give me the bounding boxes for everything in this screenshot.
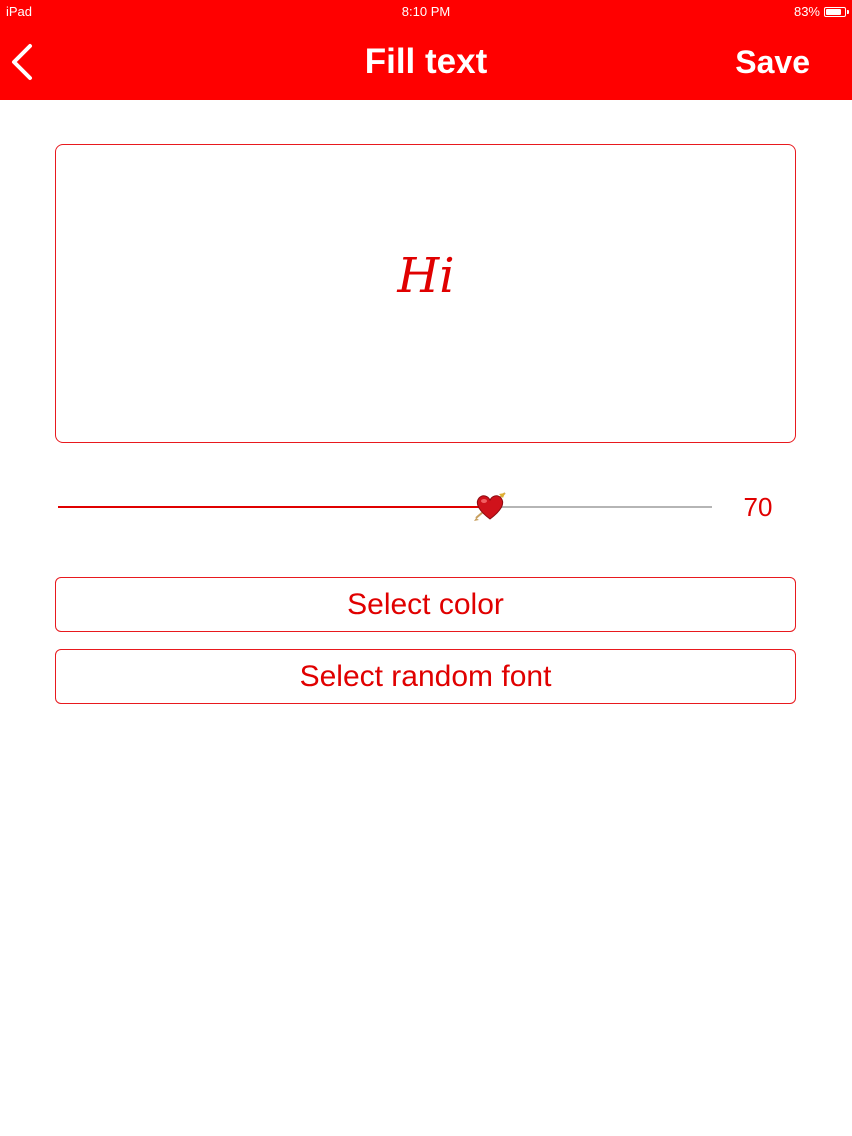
heart-arrow-icon[interactable] xyxy=(472,488,508,524)
battery-fill xyxy=(826,8,841,15)
select-random-font-button[interactable]: Select random font xyxy=(55,649,796,704)
save-button[interactable]: Save xyxy=(735,44,810,81)
page-title: Fill text xyxy=(364,42,488,81)
select-color-button[interactable]: Select color xyxy=(55,577,796,632)
status-time: 8:10 PM xyxy=(401,4,451,19)
slider-track-fill xyxy=(58,506,490,508)
slider-value: 70 xyxy=(743,492,773,522)
battery-percent: 83% xyxy=(793,4,820,19)
battery-nub xyxy=(847,9,849,14)
navigation-bar: iPad 8:10 PM 83% Fill text Save xyxy=(0,0,852,100)
battery-status: 83% xyxy=(793,4,849,19)
battery-icon xyxy=(824,6,849,17)
status-bar: iPad 8:10 PM 83% xyxy=(0,0,852,24)
size-slider[interactable] xyxy=(58,486,712,526)
preview-text: Hi xyxy=(397,248,455,304)
